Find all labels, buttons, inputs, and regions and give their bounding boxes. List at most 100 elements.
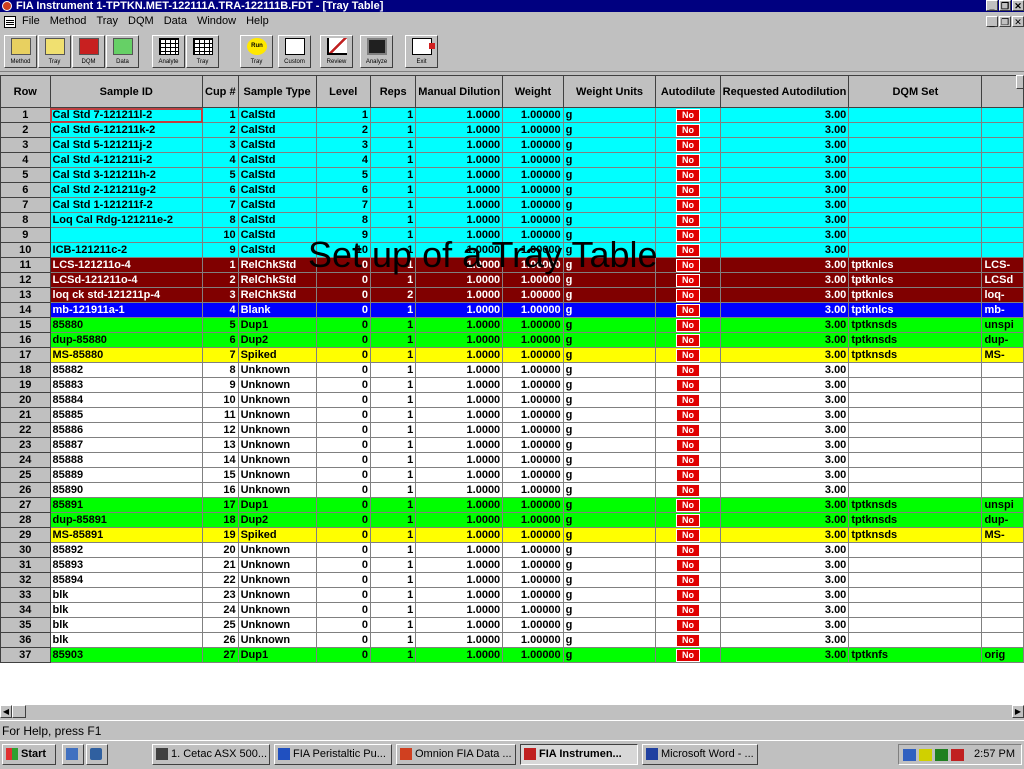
weight-cell[interactable]: 1.00000 [502, 287, 564, 303]
weight-cell[interactable]: 1.00000 [502, 152, 564, 168]
dqm-set-cell[interactable]: tptknsds [848, 347, 983, 363]
row-number[interactable]: 2 [0, 122, 51, 138]
tray-speaker-icon[interactable] [919, 749, 932, 761]
autodilute-cell[interactable]: No [655, 167, 721, 183]
table-row[interactable]: 14 mb-121911a-1 4 Blank 0 1 1.0000 1.00000 g No 3.… [0, 302, 1024, 318]
weight-units-cell[interactable]: g [562, 152, 657, 168]
extra-cell[interactable] [981, 197, 1024, 213]
sample-id-cell[interactable]: 85887 [49, 437, 204, 453]
level-cell[interactable]: 3 [315, 137, 371, 153]
weight-cell[interactable]: 1.00000 [502, 107, 564, 123]
autodilute-cell[interactable]: No [655, 482, 721, 498]
autodilute-no-badge[interactable]: No [676, 303, 701, 317]
autodilute-cell[interactable]: No [655, 647, 721, 663]
quicklaunch-desktop[interactable] [62, 744, 84, 765]
table-row[interactable]: 24 85888 14 Unknown 0 1 1.0000 1.00000 g No 3.00 [0, 452, 1024, 468]
level-cell[interactable]: 0 [315, 587, 371, 603]
reps-cell[interactable]: 1 [369, 317, 417, 333]
sample-id-cell[interactable]: Cal Std 1-121211f-2 [49, 197, 204, 213]
weight-units-cell[interactable]: g [562, 587, 657, 603]
dilution-cell[interactable]: 1.0000 [415, 602, 504, 618]
weight-units-cell[interactable]: g [562, 287, 657, 303]
reps-cell[interactable]: 1 [369, 617, 417, 633]
weight-units-cell[interactable]: g [562, 362, 657, 378]
sample-id-cell[interactable]: Cal Std 6-121211k-2 [49, 122, 204, 138]
autodilute-no-badge[interactable]: No [676, 438, 701, 452]
extra-cell[interactable] [981, 407, 1024, 423]
dilution-cell[interactable]: 1.0000 [415, 347, 504, 363]
dqm-set-cell[interactable] [848, 197, 983, 213]
level-cell[interactable]: 0 [315, 467, 371, 483]
sample-type-cell[interactable]: RelChkStd [237, 287, 317, 303]
sample-type-cell[interactable]: Unknown [237, 467, 317, 483]
requested-autodilution-cell[interactable]: 3.00 [719, 392, 850, 408]
sample-id-cell[interactable]: 85888 [49, 452, 204, 468]
cup-cell[interactable]: 12 [202, 422, 239, 438]
extra-cell[interactable] [981, 242, 1024, 258]
autodilute-no-badge[interactable]: No [676, 453, 701, 467]
autodilute-no-badge[interactable]: No [676, 138, 701, 152]
reps-cell[interactable]: 1 [369, 377, 417, 393]
weight-units-cell[interactable]: g [562, 212, 657, 228]
requested-autodilution-cell[interactable]: 3.00 [719, 152, 850, 168]
column-header[interactable]: Weight Units [562, 75, 657, 108]
sample-id-cell[interactable]: blk [49, 587, 204, 603]
weight-cell[interactable]: 1.00000 [502, 452, 564, 468]
table-row[interactable]: 31 85893 21 Unknown 0 1 1.0000 1.00000 g No 3.00 [0, 557, 1024, 573]
extra-cell[interactable]: loq- [981, 287, 1024, 303]
sample-id-cell[interactable]: Loq Cal Rdg-121211e-2 [49, 212, 204, 228]
cup-cell[interactable]: 5 [202, 317, 239, 333]
weight-cell[interactable]: 1.00000 [502, 527, 564, 543]
dilution-cell[interactable]: 1.0000 [415, 647, 504, 663]
row-number[interactable]: 20 [0, 392, 51, 408]
extra-cell[interactable] [981, 362, 1024, 378]
dqm-set-cell[interactable] [848, 107, 983, 123]
dilution-cell[interactable]: 1.0000 [415, 287, 504, 303]
level-cell[interactable]: 2 [315, 122, 371, 138]
sample-type-cell[interactable]: Unknown [237, 572, 317, 588]
sample-type-cell[interactable]: Unknown [237, 452, 317, 468]
extra-cell[interactable] [981, 557, 1024, 573]
sample-type-cell[interactable]: Unknown [237, 407, 317, 423]
sample-type-cell[interactable]: Spiked [237, 347, 317, 363]
requested-autodilution-cell[interactable]: 3.00 [719, 587, 850, 603]
sample-type-cell[interactable]: RelChkStd [237, 272, 317, 288]
weight-cell[interactable]: 1.00000 [502, 392, 564, 408]
dqm-set-cell[interactable]: tptknsds [848, 527, 983, 543]
sample-id-cell[interactable]: ICB-121211c-2 [49, 242, 204, 258]
dqm-set-cell[interactable]: tptknsds [848, 512, 983, 528]
autodilute-cell[interactable]: No [655, 152, 721, 168]
weight-units-cell[interactable]: g [562, 302, 657, 318]
autodilute-cell[interactable]: No [655, 302, 721, 318]
cup-cell[interactable]: 24 [202, 602, 239, 618]
requested-autodilution-cell[interactable]: 3.00 [719, 257, 850, 273]
toolbar-review-button-8[interactable]: Review [320, 35, 353, 68]
toolbar-exit-button-10[interactable]: Exit [405, 35, 438, 68]
dilution-cell[interactable]: 1.0000 [415, 482, 504, 498]
autodilute-no-badge[interactable]: No [676, 318, 701, 332]
level-cell[interactable]: 0 [315, 572, 371, 588]
requested-autodilution-cell[interactable]: 3.00 [719, 107, 850, 123]
cup-cell[interactable]: 18 [202, 512, 239, 528]
autodilute-cell[interactable]: No [655, 497, 721, 513]
reps-cell[interactable]: 1 [369, 302, 417, 318]
weight-cell[interactable]: 1.00000 [502, 122, 564, 138]
dqm-set-cell[interactable] [848, 137, 983, 153]
table-row[interactable]: 3 Cal Std 5-121211j-2 3 CalStd 3 1 1.0000 1.000… [0, 137, 1024, 153]
dilution-cell[interactable]: 1.0000 [415, 542, 504, 558]
dilution-cell[interactable]: 1.0000 [415, 167, 504, 183]
sample-type-cell[interactable]: Unknown [237, 362, 317, 378]
row-number[interactable]: 4 [0, 152, 51, 168]
cup-cell[interactable]: 27 [202, 647, 239, 663]
sample-type-cell[interactable]: Dup2 [237, 512, 317, 528]
row-number[interactable]: 6 [0, 182, 51, 198]
autodilute-no-badge[interactable]: No [676, 273, 701, 287]
level-cell[interactable]: 0 [315, 632, 371, 648]
table-row[interactable]: 30 85892 20 Unknown 0 1 1.0000 1.00000 g No 3.00 [0, 542, 1024, 558]
requested-autodilution-cell[interactable]: 3.00 [719, 377, 850, 393]
scroll-left-button[interactable]: ◀ [0, 705, 12, 718]
extra-cell[interactable] [981, 572, 1024, 588]
autodilute-no-badge[interactable]: No [676, 468, 701, 482]
row-number[interactable]: 23 [0, 437, 51, 453]
reps-cell[interactable]: 1 [369, 347, 417, 363]
